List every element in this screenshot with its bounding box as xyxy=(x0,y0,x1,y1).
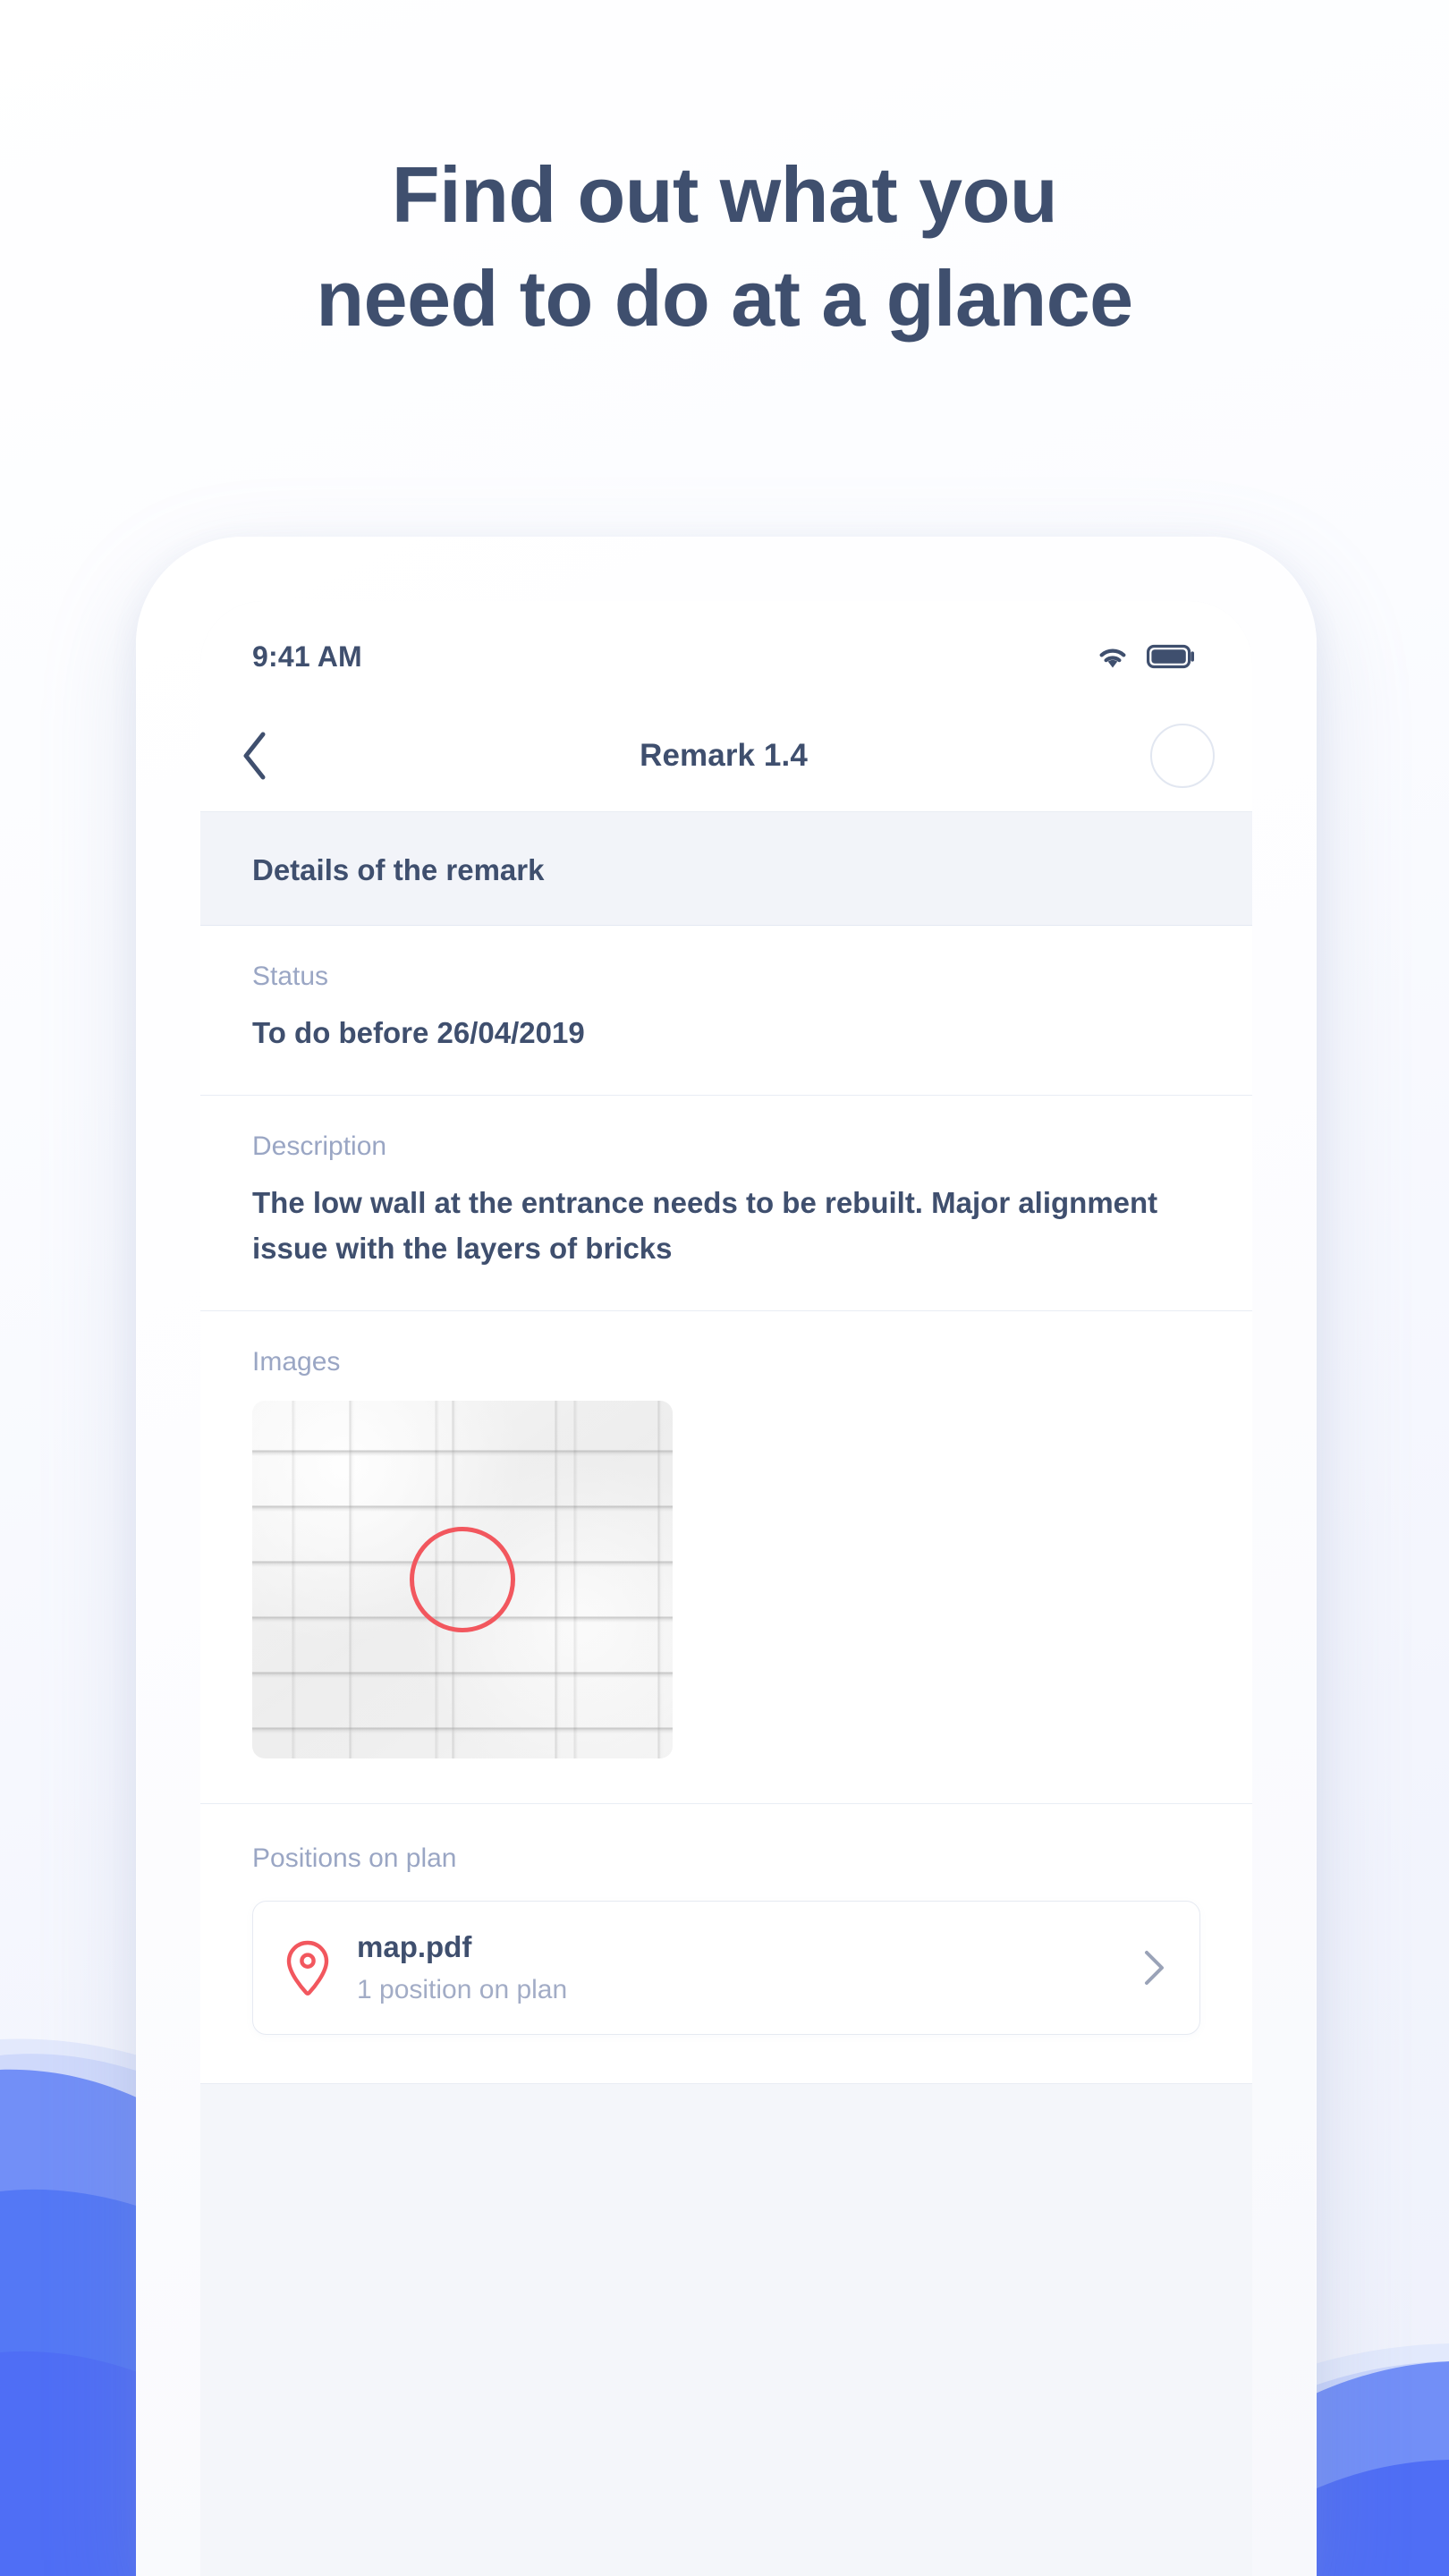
images-label: Images xyxy=(252,1347,341,1377)
phone-mockup: 9:41 AM Remark 1.4 Details of the remark… xyxy=(136,537,1317,2576)
section-header-details: Details of the remark xyxy=(200,812,1252,926)
content-spacer xyxy=(200,2084,1252,2443)
status-indicators xyxy=(1095,631,1197,670)
wifi-icon xyxy=(1099,648,1126,668)
avatar[interactable] xyxy=(1150,723,1215,788)
chevron-right-icon xyxy=(1145,1951,1164,1986)
image-thumbnail[interactable] xyxy=(252,1401,673,1759)
plan-position-count: 1 position on plan xyxy=(357,1975,568,2005)
headline-line-1: Find out what you xyxy=(391,150,1058,239)
description-value: The low wall at the entrance needs to be… xyxy=(252,1186,1158,1266)
back-button[interactable] xyxy=(240,723,306,789)
map-pin-icon xyxy=(286,1941,329,1996)
plan-card[interactable]: map.pdf 1 position on plan xyxy=(252,1901,1200,2036)
status-time: 9:41 AM xyxy=(252,640,362,673)
plan-file-name: map.pdf xyxy=(357,1930,472,1964)
battery-icon xyxy=(1147,644,1194,669)
page-title: Find out what you need to do at a glance xyxy=(0,143,1449,351)
headline-line-2: need to do at a glance xyxy=(316,254,1133,343)
navigation-bar: Remark 1.4 xyxy=(200,699,1252,812)
status-bar: 9:41 AM xyxy=(200,601,1252,699)
positions-label: Positions on plan xyxy=(252,1843,457,1874)
detail-row-images: Images xyxy=(200,1311,1252,1805)
detail-row-status: Status To do before 26/04/2019 xyxy=(200,926,1252,1097)
detail-content: Details of the remark Status To do befor… xyxy=(200,812,1252,2576)
phone-screen: 9:41 AM Remark 1.4 Details of the remark… xyxy=(200,601,1252,2576)
plan-card-text: map.pdf 1 position on plan xyxy=(357,1930,1114,2005)
detail-row-positions: Positions on plan map.pdf 1 position on … xyxy=(200,1804,1252,2085)
circle-annotation-icon xyxy=(410,1527,515,1633)
description-label: Description xyxy=(252,1131,387,1162)
detail-row-description: Description The low wall at the entrance… xyxy=(200,1096,1252,1312)
screen-title: Remark 1.4 xyxy=(640,737,808,773)
chevron-left-icon xyxy=(243,732,266,779)
status-value: To do before 26/04/2019 xyxy=(252,1016,585,1049)
status-label: Status xyxy=(252,962,329,991)
